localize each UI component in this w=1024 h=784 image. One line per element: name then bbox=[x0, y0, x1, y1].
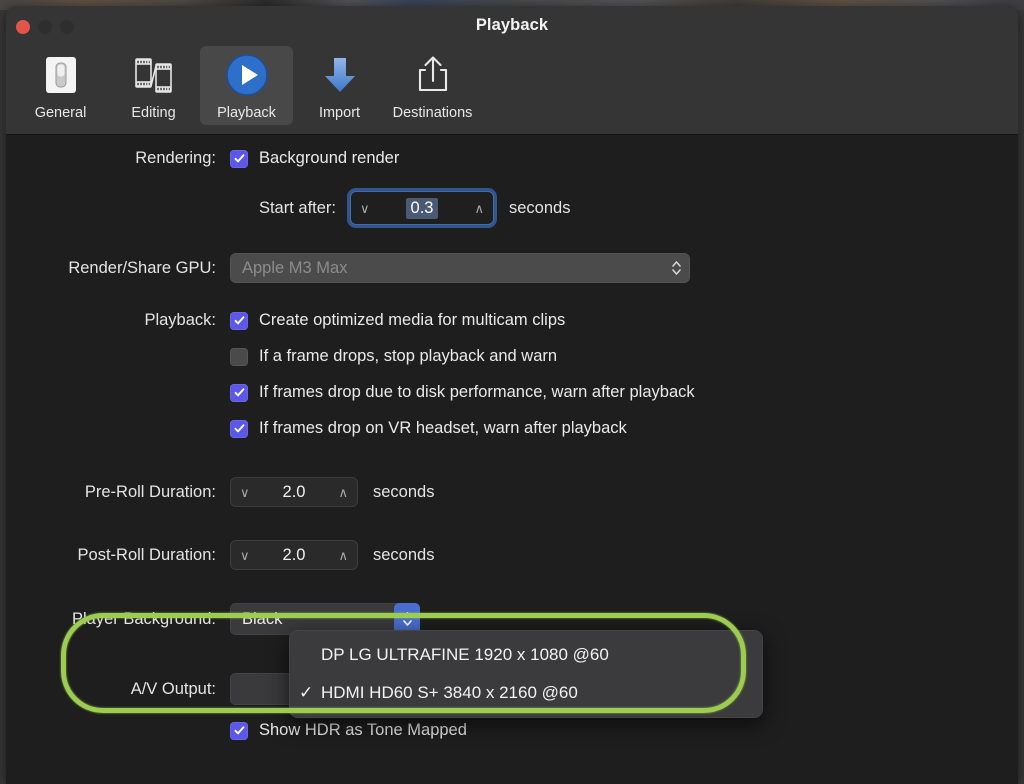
background-render-label: Background render bbox=[259, 149, 400, 167]
chevron-down-icon[interactable]: ∨ bbox=[360, 202, 370, 215]
background-render-checkbox[interactable] bbox=[230, 149, 248, 168]
row-playback-4: If frames drop on VR headset, warn after… bbox=[6, 419, 627, 438]
toolbar-tab-label: Import bbox=[318, 105, 361, 121]
pre-roll-label: Pre-Roll Duration: bbox=[84, 482, 216, 501]
post-roll-stepper[interactable]: ∨ 2.0 ∧ bbox=[230, 540, 358, 570]
menu-item-label: DP LG ULTRAFINE 1920 x 1080 @60 bbox=[321, 645, 609, 664]
rendering-label: Rendering: bbox=[135, 149, 216, 167]
row-gpu: Render/Share GPU: Apple M3 Max bbox=[6, 253, 690, 283]
row-rendering: Rendering: Background render bbox=[6, 149, 399, 168]
post-roll-label: Post-Roll Duration: bbox=[77, 545, 216, 564]
playback-option-2-label: If frames drop due to disk performance, … bbox=[259, 383, 695, 401]
menu-item-check-icon: ✓ bbox=[299, 683, 314, 702]
gpu-popup-button[interactable]: Apple M3 Max bbox=[230, 253, 690, 283]
playback-option-1-label: If a frame drops, stop playback and warn bbox=[259, 347, 558, 365]
menu-item-label: HDMI HD60 S+ 3840 x 2160 @60 bbox=[321, 683, 578, 702]
preferences-content: Rendering: Background render Start after… bbox=[6, 135, 1018, 784]
playback-option-3-label: If frames drop on VR headset, warn after… bbox=[259, 419, 627, 437]
play-circle-icon bbox=[224, 52, 270, 98]
gpu-value: Apple M3 Max bbox=[242, 258, 348, 277]
post-roll-value[interactable]: 2.0 bbox=[283, 546, 306, 565]
preferences-toolbar: General Editing Playback Import Destinat… bbox=[14, 46, 479, 125]
gpu-label: Render/Share GPU: bbox=[68, 258, 216, 277]
row-start-after: Start after: ∨ 0.3 ∧ seconds bbox=[6, 191, 570, 225]
start-after-value[interactable]: 0.3 bbox=[405, 197, 439, 219]
menu-item-hdmi-hd60[interactable]: ✓ HDMI HD60 S+ 3840 x 2160 @60 bbox=[289, 674, 763, 712]
updown-chevrons-icon bbox=[671, 259, 682, 278]
general-switch-icon bbox=[39, 52, 83, 98]
chevron-up-icon[interactable]: ∧ bbox=[338, 549, 348, 562]
row-post-roll: Post-Roll Duration: ∨ 2.0 ∧ seconds bbox=[6, 540, 434, 570]
row-pre-roll: Pre-Roll Duration: ∨ 2.0 ∧ seconds bbox=[6, 477, 434, 507]
toolbar-tab-editing[interactable]: Editing bbox=[107, 46, 200, 125]
playback-option-2-checkbox[interactable] bbox=[230, 383, 248, 402]
share-export-icon bbox=[410, 52, 456, 98]
av-output-label: A/V Output: bbox=[130, 679, 216, 698]
row-hdr: Show HDR as Tone Mapped bbox=[6, 721, 467, 740]
av-output-dropdown-menu: DP LG ULTRAFINE 1920 x 1080 @60 ✓ HDMI H… bbox=[289, 630, 763, 718]
playback-option-3-checkbox[interactable] bbox=[230, 419, 248, 438]
toolbar-tab-destinations[interactable]: Destinations bbox=[386, 46, 479, 125]
window-title: Playback bbox=[475, 16, 549, 34]
window-chrome: Playback General Editing Playback Import… bbox=[6, 6, 1018, 135]
toolbar-tab-label: Destinations bbox=[392, 105, 473, 121]
menu-item-dp-lg-ultrafine[interactable]: DP LG ULTRAFINE 1920 x 1080 @60 bbox=[289, 636, 763, 674]
pre-roll-unit: seconds bbox=[373, 482, 435, 501]
start-after-label: Start after: bbox=[258, 198, 336, 217]
playback-label: Playback: bbox=[144, 311, 216, 329]
chevron-up-icon[interactable]: ∧ bbox=[338, 486, 348, 499]
chevron-down-icon[interactable]: ∨ bbox=[240, 549, 250, 562]
toolbar-tab-label: Playback bbox=[217, 105, 276, 121]
player-background-label: Player Background: bbox=[72, 609, 216, 628]
playback-option-0-label: Create optimized media for multicam clip… bbox=[259, 311, 566, 329]
preferences-window: Playback General Editing Playback Import… bbox=[6, 6, 1018, 784]
download-arrow-icon bbox=[317, 52, 363, 98]
start-after-stepper[interactable]: ∨ 0.3 ∧ bbox=[350, 191, 494, 225]
row-playback-1: Playback: Create optimized media for mul… bbox=[6, 311, 565, 330]
toolbar-tab-general[interactable]: General bbox=[14, 46, 107, 125]
toolbar-tab-label: Editing bbox=[131, 105, 176, 121]
pre-roll-value[interactable]: 2.0 bbox=[283, 483, 306, 502]
playback-option-0-checkbox[interactable] bbox=[230, 311, 248, 330]
show-hdr-tone-mapped-checkbox[interactable] bbox=[230, 721, 248, 740]
toolbar-tab-playback[interactable]: Playback bbox=[200, 46, 293, 125]
pre-roll-stepper[interactable]: ∨ 2.0 ∧ bbox=[230, 477, 358, 507]
show-hdr-tone-mapped-label: Show HDR as Tone Mapped bbox=[259, 721, 467, 739]
start-after-unit: seconds bbox=[509, 198, 571, 217]
row-playback-3: If frames drop due to disk performance, … bbox=[6, 383, 695, 402]
player-background-value: Black bbox=[242, 609, 283, 628]
toolbar-tab-import[interactable]: Import bbox=[293, 46, 386, 125]
film-strip-icon bbox=[131, 52, 177, 98]
chevron-up-icon[interactable]: ∧ bbox=[474, 202, 484, 215]
post-roll-unit: seconds bbox=[373, 545, 435, 564]
playback-option-1-checkbox[interactable] bbox=[230, 347, 248, 366]
row-playback-2: If a frame drops, stop playback and warn bbox=[6, 347, 557, 366]
toolbar-tab-label: General bbox=[34, 105, 87, 121]
chevron-down-icon[interactable]: ∨ bbox=[240, 486, 250, 499]
